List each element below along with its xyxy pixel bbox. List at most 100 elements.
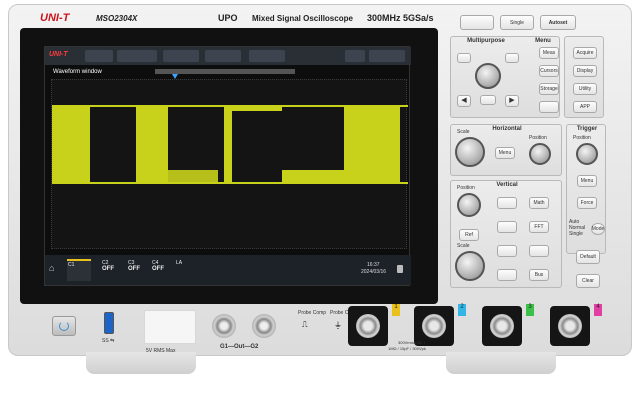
- clock-date: 2024/03/16: [361, 269, 387, 275]
- clear-button[interactable]: Clear: [576, 274, 600, 288]
- app-button[interactable]: APP: [573, 101, 597, 113]
- channel-4-box[interactable]: C4 OFF: [151, 259, 175, 281]
- front-spec-label: 5V RMS Max: [146, 348, 176, 354]
- multipurpose-title: Multipurpose: [467, 38, 505, 44]
- channel-1-box[interactable]: C1: [67, 259, 91, 281]
- channel-3-connector: [490, 314, 514, 338]
- logic-analyzer-box[interactable]: LA: [175, 259, 199, 281]
- g1-output-connector[interactable]: [212, 314, 236, 338]
- probe-comp-label-1: Probe Comp: [298, 310, 327, 316]
- usb-label-text: SS: [102, 338, 109, 344]
- channel-warning: 300Vrms CAT I: [398, 340, 425, 345]
- power-button[interactable]: [52, 316, 76, 336]
- channel-4-tag: 4: [594, 304, 602, 316]
- channel-2-connector: [422, 314, 446, 338]
- front-logic-port[interactable]: [144, 310, 196, 344]
- function-tab[interactable]: [369, 50, 405, 62]
- select-button[interactable]: [480, 95, 496, 105]
- channel-2-state: OFF: [102, 266, 114, 272]
- autoset-button[interactable]: Autoset: [540, 15, 576, 30]
- display-button[interactable]: Display: [573, 65, 597, 77]
- channel-1-name: C1: [68, 262, 75, 268]
- trigger-title: Trigger: [576, 126, 598, 132]
- horizontal-panel: Horizontal Scale Menu Position: [450, 124, 562, 176]
- ground-icon: ⏚: [334, 321, 342, 330]
- left-foot: [86, 352, 196, 374]
- vertical-position-knob[interactable]: [457, 193, 481, 217]
- usb-port[interactable]: [104, 312, 114, 334]
- vertical-panel: Vertical Position Ref Scale Math FFT Bus: [450, 180, 562, 288]
- channel-3-tag: 3: [526, 304, 534, 316]
- channel-4-button[interactable]: [497, 269, 517, 281]
- trigger-level-knob[interactable]: [576, 143, 598, 165]
- arrow-right-icon[interactable]: ▶: [505, 95, 519, 107]
- trigger-position-marker[interactable]: [172, 74, 178, 79]
- trigger-mode-button[interactable]: Mode: [591, 223, 605, 235]
- channel-1-button[interactable]: [497, 197, 517, 209]
- channel-1-input[interactable]: [348, 306, 388, 346]
- cursors-button[interactable]: Cursors: [539, 65, 559, 77]
- horizontal-scale-knob[interactable]: [455, 137, 485, 167]
- back-button[interactable]: [457, 53, 471, 63]
- screen-brand: UNI-T: [49, 51, 68, 58]
- arrow-left-icon[interactable]: ◀: [457, 95, 471, 107]
- horizontal-scale-label: Scale: [457, 129, 470, 135]
- horizontal-menu-button[interactable]: Menu: [495, 147, 515, 159]
- vertical-position-label: Position: [457, 185, 475, 191]
- series-logo: UPO: [218, 13, 238, 23]
- menu-tab[interactable]: [345, 50, 365, 62]
- meas-button[interactable]: Meas: [539, 47, 559, 59]
- forward-button[interactable]: [505, 53, 519, 63]
- la-button[interactable]: [529, 245, 549, 257]
- channel-spec: 1MΩ / 15pF / 300Vpk: [388, 346, 426, 351]
- channel-2-button[interactable]: [497, 221, 517, 233]
- storage-button[interactable]: Storage: [539, 83, 559, 95]
- usb-label: SS ⇆: [102, 338, 114, 344]
- channel-3-button[interactable]: [497, 245, 517, 257]
- channel-3-input[interactable]: [482, 306, 522, 346]
- blank-menu-button[interactable]: [539, 101, 559, 113]
- g2-output-connector[interactable]: [252, 314, 276, 338]
- bus-button[interactable]: Bus: [529, 269, 549, 281]
- right-foot: [446, 352, 556, 374]
- clock-time: 16:37: [367, 262, 380, 268]
- multipurpose-knob[interactable]: [475, 63, 501, 89]
- menu-panel: Acquire Display Utility APP: [564, 36, 604, 118]
- g2-label: G2: [250, 344, 259, 350]
- model-label: MSO2304X: [96, 14, 138, 23]
- waveform-plot[interactable]: [51, 74, 408, 249]
- home-icon[interactable]: ⌂: [49, 263, 59, 273]
- acquire-button[interactable]: Acquire: [573, 47, 597, 59]
- vertical-scale-knob[interactable]: [455, 251, 485, 281]
- math-button[interactable]: Math: [529, 197, 549, 209]
- channel-2-box[interactable]: C2 OFF: [101, 259, 125, 281]
- run-stop-button[interactable]: [460, 15, 494, 30]
- trace-segment: [52, 105, 90, 183]
- generator-labels: G1—Out—G2: [220, 344, 259, 350]
- menu-title: Menu: [535, 38, 551, 44]
- trigger-position-label: Position: [573, 135, 591, 141]
- out-label: Out: [234, 344, 245, 350]
- trigger-level-status[interactable]: [249, 50, 285, 62]
- ref-button[interactable]: Ref: [459, 229, 479, 241]
- fft-button[interactable]: FFT: [529, 221, 549, 233]
- square-wave-icon: ⎍: [302, 320, 308, 329]
- channel-1-connector: [356, 314, 380, 338]
- default-button[interactable]: Default: [576, 250, 600, 264]
- vertical-scale-label: Scale: [457, 243, 470, 249]
- force-button[interactable]: Force: [577, 197, 597, 209]
- lock-icon[interactable]: [397, 265, 403, 273]
- channel-3-state: OFF: [128, 266, 140, 272]
- trigger-status[interactable]: [205, 50, 241, 62]
- trace-segment: [136, 105, 168, 183]
- acq-status[interactable]: [85, 50, 113, 62]
- horizontal-position-knob[interactable]: [529, 143, 551, 165]
- usb-icon: ⇆: [110, 338, 115, 344]
- utility-button[interactable]: Utility: [573, 83, 597, 95]
- sample-status[interactable]: [163, 50, 199, 62]
- single-button[interactable]: Single: [500, 15, 534, 30]
- timebase-status[interactable]: [117, 50, 157, 62]
- channel-4-input[interactable]: [550, 306, 590, 346]
- trigger-menu-button[interactable]: Menu: [577, 175, 597, 187]
- channel-3-box[interactable]: C3 OFF: [127, 259, 151, 281]
